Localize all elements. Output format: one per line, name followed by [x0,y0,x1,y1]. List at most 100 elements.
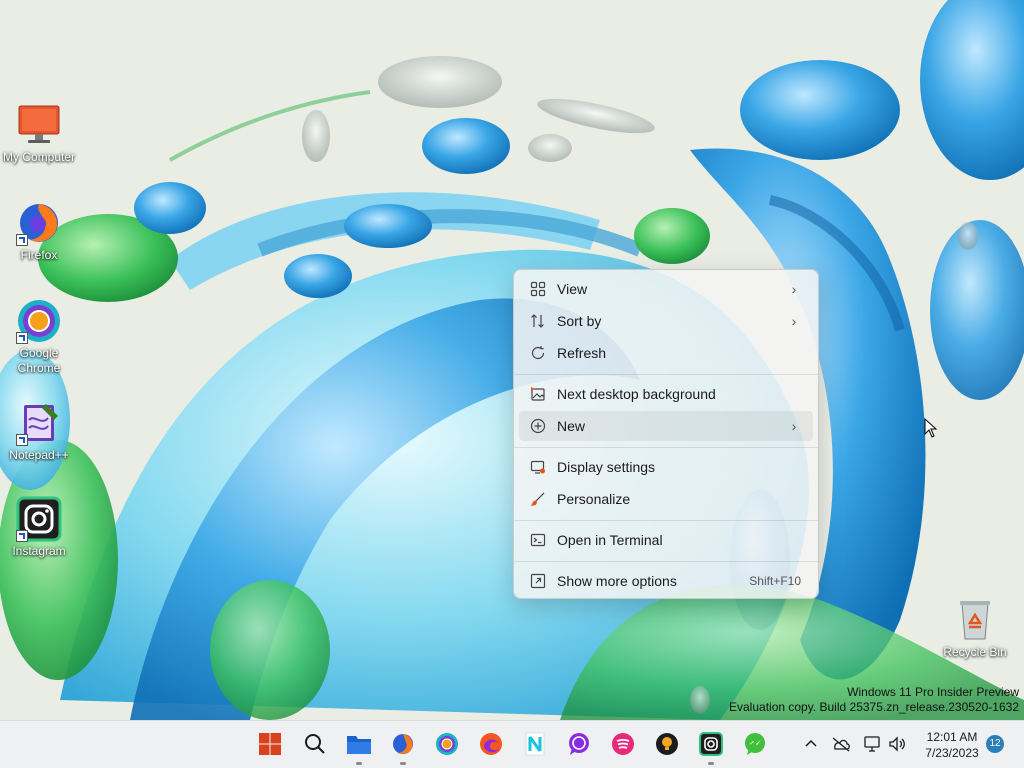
shortcut-arrow-icon [16,434,28,446]
notion-icon [525,732,545,756]
shortcut-arrow-icon [16,332,28,344]
running-indicator [400,762,406,765]
search-icon [305,734,325,754]
taskbar-app-spotify[interactable] [608,729,638,759]
show-more-icon [529,572,547,590]
file-explorer-icon [347,736,371,754]
chevron-right-icon: › [791,313,797,329]
desktop-icon-firefox[interactable]: Firefox [1,200,77,263]
instagram-icon [699,732,723,756]
menu-item-label: Sort by [557,313,602,329]
mouse-cursor-icon [924,418,938,438]
tray-clock[interactable]: 12:01 AM 7/23/2023 [920,729,984,761]
onedrive-offline-icon [832,737,850,752]
taskbar-app-messenger[interactable] [740,729,770,759]
chevron-right-icon: › [791,281,797,297]
menu-item-label: Next desktop background [557,386,716,402]
notepadpp-icon [16,400,62,446]
chevron-right-icon: › [791,418,797,434]
menu-item-display-settings[interactable]: Display settings [519,452,813,482]
menu-separator [514,561,818,562]
menu-item-next-desktop-background[interactable]: Next desktop background [519,379,813,409]
edge-icon [480,733,502,755]
menu-item-sort-by[interactable]: Sort by › [519,306,813,336]
shortcut-arrow-icon [16,530,28,542]
watermark-line-1: Windows 11 Pro Insider Preview [847,685,1019,699]
desktop-icon-google-chrome[interactable]: Google Chrome [1,298,77,376]
menu-item-open-in-terminal[interactable]: Open in Terminal [519,525,813,555]
clock-date: 7/23/2023 [925,746,979,760]
taskbar-app-notion[interactable] [520,729,550,759]
menu-item-label: Display settings [557,459,656,475]
running-indicator [708,762,714,765]
volume-icon [889,736,905,752]
firefox-icon [16,200,62,246]
monitor-icon [16,102,62,148]
watermark-line-2: Evaluation copy. Build 25375.zn_release.… [729,700,1019,714]
tray-volume-button[interactable] [882,729,912,759]
menu-item-label: Refresh [557,345,607,361]
taskbar-app-chrome[interactable] [432,729,462,759]
taskbar-start-button[interactable] [255,729,285,759]
insider-watermark: Windows 11 Pro Insider Preview Evaluatio… [729,685,1019,715]
taskbar-app-whatsapp[interactable] [564,729,594,759]
menu-item-view[interactable]: View › [519,274,813,304]
terminal-icon [529,531,547,549]
menu-item-personalize[interactable]: Personalize [519,484,813,514]
shortcut-arrow-icon [16,234,28,246]
network-icon [864,736,880,752]
menu-item-new[interactable]: New › [519,411,813,441]
desktop-icon-recycle-bin[interactable]: Recycle Bin [937,597,1013,660]
desktop-icon-label: Recycle Bin [943,645,1007,659]
firefox-icon [393,734,413,754]
desktop-icon-label: Notepad++ [9,448,69,462]
menu-item-refresh[interactable]: Refresh [519,338,813,368]
new-plus-icon [529,417,547,435]
desktop-icon-my-computer[interactable]: My Computer [1,102,77,165]
keyboard-shortcut-label: Shift+F10 [749,574,801,588]
sort-icon [529,312,547,330]
taskbar-app-firefox[interactable] [388,729,418,765]
menu-item-show-more-options[interactable]: Show more options Shift+F10 [519,566,813,596]
desktop-icon-label: Google Chrome [17,346,61,375]
menu-item-label: Show more options [557,573,677,589]
tray-onedrive-button[interactable] [826,729,856,759]
taskbar: 12:01 AM 7/23/2023 [0,720,1024,768]
running-indicator [356,762,362,765]
desktop-icon-label: Firefox [20,248,58,262]
taskbar-app-edge[interactable] [476,729,506,759]
clock-time: 12:01 AM [926,730,978,744]
menu-item-label: Personalize [557,491,631,507]
messenger-icon [745,733,765,755]
recycle-bin-icon [952,597,998,643]
taskbar-app-file-explorer[interactable] [344,729,374,765]
whatsapp-icon [569,733,589,755]
desktop-icon-instagram[interactable]: Instagram [1,496,77,559]
taskbar-app-instagram[interactable] [696,729,726,765]
instagram-icon [16,496,62,542]
start-icon [259,733,281,755]
menu-item-label: New [557,418,586,434]
desktop[interactable]: My Computer Firefox Google Chrome Notepa… [0,0,1024,720]
personalize-brush-icon [529,490,547,508]
menu-item-label: Open in Terminal [557,532,663,548]
display-settings-icon [529,458,547,476]
bulb-app-icon [656,733,678,755]
chrome-icon [16,298,62,344]
desktop-context-menu: View › Sort by › Refresh Next desktop ba… [513,269,819,599]
desktop-icon-notepadpp[interactable]: Notepad++ [1,400,77,463]
menu-separator [514,520,818,521]
menu-separator [514,374,818,375]
taskbar-search-button[interactable] [300,729,330,759]
tray-overflow-button[interactable] [796,729,826,759]
desktop-icon-label: My Computer [2,150,76,164]
menu-separator [514,447,818,448]
spotify-icon [612,733,634,755]
chrome-icon [436,733,458,755]
taskbar-app-bulb[interactable] [652,729,682,759]
desktop-icon-label: Instagram [12,544,66,558]
menu-item-label: View [557,281,588,297]
next-background-icon [529,385,547,403]
notification-badge[interactable]: 12 [986,735,1004,753]
wallpaper [0,0,1024,720]
